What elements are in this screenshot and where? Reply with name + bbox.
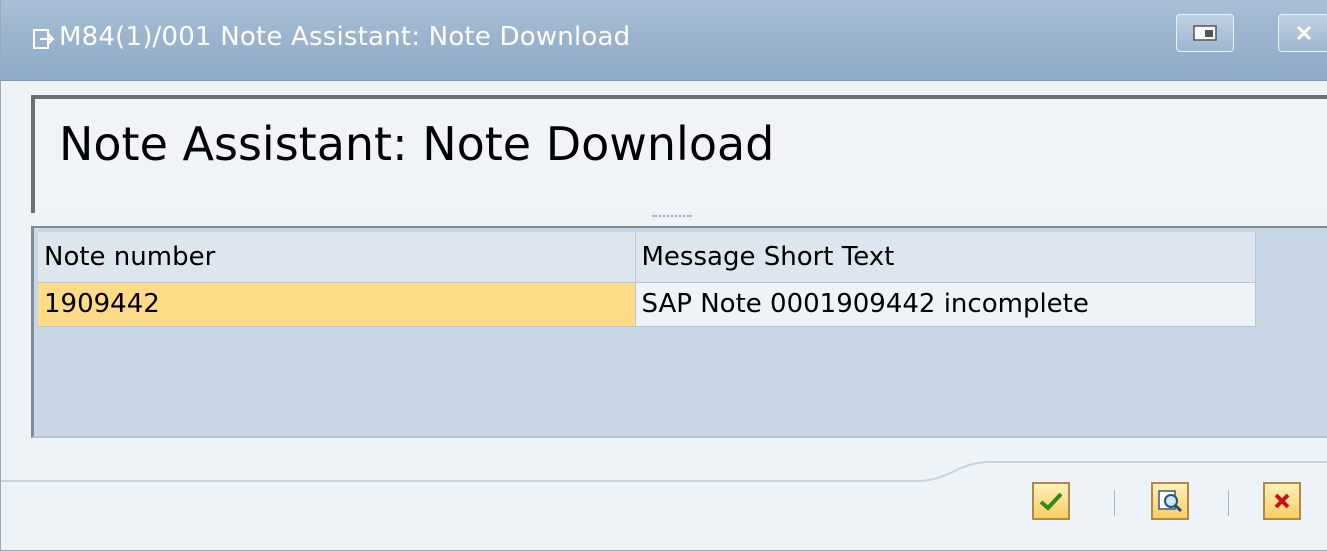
footer-bar: [1, 440, 1327, 551]
restore-window-button[interactable]: [1176, 14, 1234, 52]
message-table: Note number Message Short Text 1909442 S…: [38, 232, 1256, 327]
splitter-grip-icon: [652, 215, 692, 221]
footer-separator: [1228, 490, 1229, 516]
table-header-row: Note number Message Short Text: [38, 232, 1256, 283]
page-title: Note Assistant: Note Download: [59, 117, 775, 171]
cancel-button[interactable]: [1263, 482, 1301, 520]
close-window-button[interactable]: [1278, 14, 1327, 52]
header-panel: Note Assistant: Note Download: [31, 95, 1327, 213]
footer-separator: [1114, 490, 1115, 516]
note-number-cell[interactable]: 1909442: [38, 282, 636, 327]
continue-button[interactable]: [1032, 482, 1070, 520]
dialog-window: M84(1)/001 Note Assistant: Note Download…: [0, 0, 1327, 551]
column-header-message-short-text[interactable]: Message Short Text: [635, 232, 1256, 283]
table-row[interactable]: 1909442 SAP Note 0001909442 incomplete: [38, 282, 1256, 327]
splitter-handle[interactable]: [1, 213, 1327, 225]
message-table-area: Note number Message Short Text 1909442 S…: [31, 226, 1327, 438]
window-title: M84(1)/001 Note Assistant: Note Download: [59, 22, 631, 52]
find-button[interactable]: [1151, 482, 1189, 520]
dialog-window-icon: [33, 28, 55, 50]
footer-divider-curve: [1, 461, 1327, 482]
column-header-note-number[interactable]: Note number: [38, 232, 636, 283]
message-short-text-cell[interactable]: SAP Note 0001909442 incomplete: [635, 282, 1256, 327]
title-bar[interactable]: M84(1)/001 Note Assistant: Note Download: [1, 0, 1327, 81]
